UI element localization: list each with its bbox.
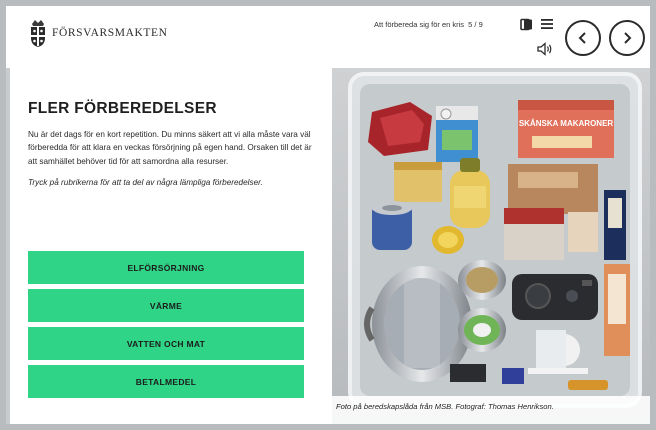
choice-list: ELFÖRSÖRJNING VÄRME VATTEN OCH MAT BETAL… bbox=[28, 251, 304, 403]
intro-paragraph: Nu är det dags för en kort repetition. D… bbox=[28, 130, 312, 166]
book-icon[interactable] bbox=[519, 17, 533, 31]
chevron-left-icon bbox=[578, 32, 586, 44]
speaker-icon-glyph bbox=[537, 42, 552, 56]
progress-label: Att förbereda sig för en kris 5 / 9 bbox=[374, 20, 485, 29]
pasta-box-label: SKÅNSKA MAKARONER bbox=[519, 119, 614, 128]
logo: FÖRSVARSMAKTEN bbox=[28, 18, 168, 48]
book-icon-glyph bbox=[519, 18, 532, 30]
chevron-right-icon bbox=[624, 32, 632, 44]
crest-icon bbox=[31, 20, 45, 47]
menu-icon[interactable] bbox=[540, 17, 554, 31]
choice-button-elforsorjning[interactable]: ELFÖRSÖRJNING bbox=[28, 251, 304, 284]
choice-button-vatten-och-mat[interactable]: VATTEN OCH MAT bbox=[28, 327, 304, 360]
photo-caption: Foto på beredskapslåda från MSB. Fotogra… bbox=[336, 402, 554, 411]
menu-icon-glyph bbox=[541, 19, 553, 29]
emergency-box-photo: SKÅNSKA MAKARONER bbox=[332, 68, 650, 424]
page-title: FLER FÖRBEREDELSER bbox=[28, 100, 217, 117]
side-strip bbox=[6, 68, 10, 424]
next-button[interactable] bbox=[609, 20, 645, 56]
logo-text: FÖRSVARSMAKTEN bbox=[52, 27, 168, 39]
choice-button-betalmedel[interactable]: BETALMEDEL bbox=[28, 365, 304, 398]
emergency-box-illustration: SKÅNSKA MAKARONER bbox=[332, 68, 650, 424]
page-frame: FÖRSVARSMAKTEN Att förbereda sig för en … bbox=[6, 6, 650, 424]
header: FÖRSVARSMAKTEN Att förbereda sig för en … bbox=[6, 6, 650, 68]
choice-button-varme[interactable]: VÄRME bbox=[28, 289, 304, 322]
content-panel: FLER FÖRBEREDELSER Nu är det dags för en… bbox=[28, 100, 318, 189]
instruction-text: Tryck på rubrikerna för att ta del av nå… bbox=[28, 177, 263, 187]
progress-text: Att förbereda sig för en kris bbox=[374, 20, 465, 29]
progress-page: 5 / 9 bbox=[468, 20, 483, 29]
previous-button[interactable] bbox=[565, 20, 601, 56]
speaker-icon[interactable] bbox=[536, 41, 554, 57]
